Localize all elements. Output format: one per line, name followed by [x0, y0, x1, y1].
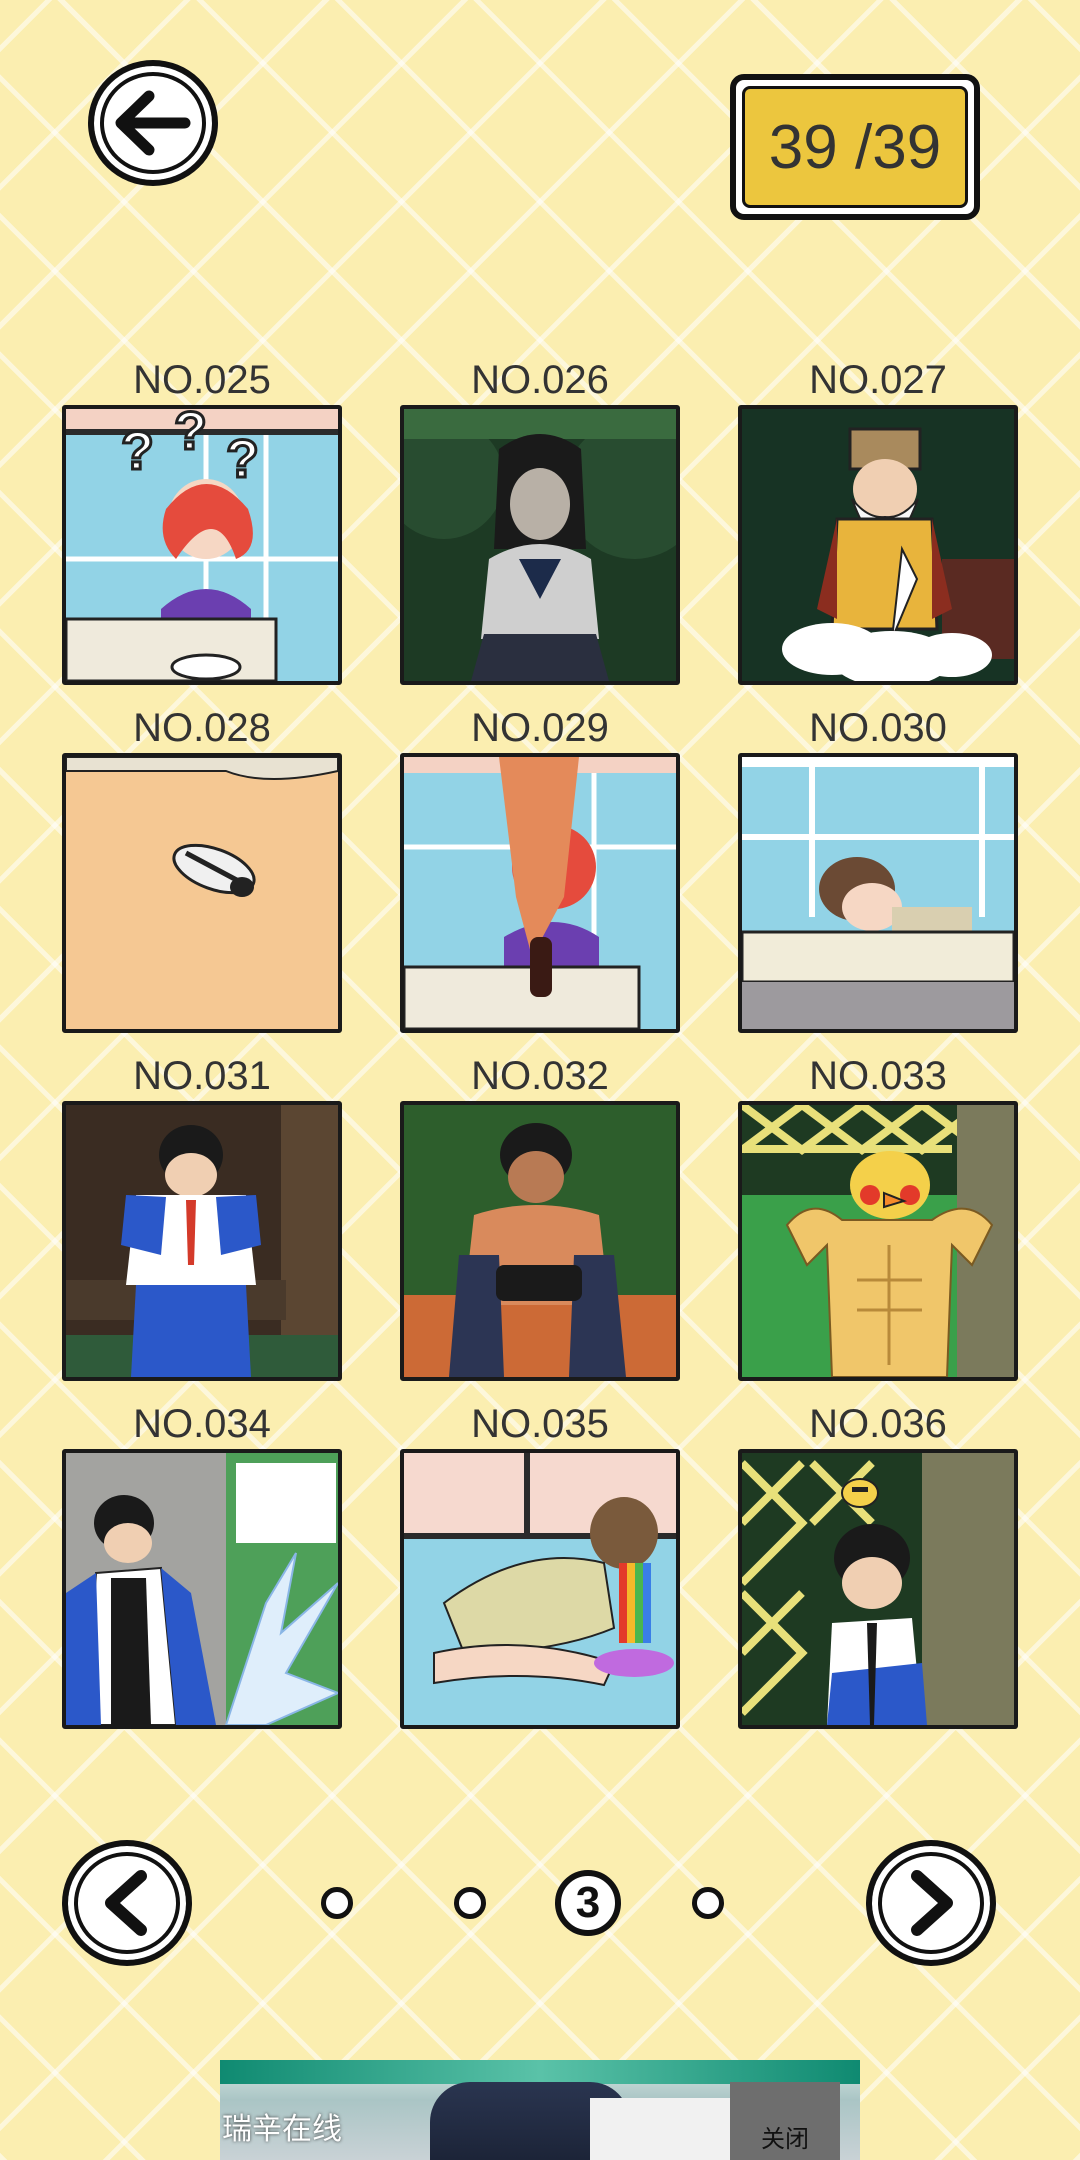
card-031[interactable]: NO.031: [62, 1051, 342, 1381]
card-number: NO.036: [809, 1402, 947, 1446]
card-thumbnail[interactable]: [738, 1101, 1018, 1381]
card-number: NO.029: [471, 706, 609, 750]
boy-crying-bee-illustration: [742, 1453, 1014, 1725]
page-dot-2[interactable]: [454, 1887, 486, 1919]
card-thumbnail[interactable]: [400, 1101, 680, 1381]
arrow-left-icon: [115, 90, 191, 156]
card-032[interactable]: NO.032: [400, 1051, 680, 1381]
collection-grid: NO.025 ? ? ? NO.026 NO.027 NO.028 NO.029…: [62, 355, 1018, 1729]
page-dot-1[interactable]: [321, 1887, 353, 1919]
ad-banner[interactable]: 瑞辛在线 关闭: [220, 2060, 860, 2160]
card-029[interactable]: NO.029: [400, 703, 680, 1033]
card-thumbnail[interactable]: [62, 1101, 342, 1381]
chevron-right-icon: [911, 1870, 953, 1936]
card-025[interactable]: NO.025 ? ? ?: [62, 355, 342, 685]
card-thumbnail[interactable]: [400, 753, 680, 1033]
current-page-number: 3: [575, 1878, 601, 1927]
ad-brand-text: 瑞辛在线: [222, 2113, 342, 2146]
svg-text:?: ?: [226, 429, 259, 489]
card-026[interactable]: NO.026: [400, 355, 680, 685]
card-thumbnail[interactable]: [738, 1449, 1018, 1729]
shoe-illustration: [66, 757, 338, 1029]
svg-text:?: ?: [121, 421, 154, 481]
card-thumbnail[interactable]: [62, 753, 342, 1033]
card-number: NO.025: [133, 358, 271, 402]
card-030[interactable]: NO.030: [738, 703, 1018, 1033]
card-number: NO.031: [133, 1054, 271, 1098]
old-man-cloud-illustration: [742, 409, 1014, 681]
dark-girl-illustration: [404, 409, 676, 681]
muscular-duck-illustration: [742, 1105, 1014, 1377]
card-thumbnail[interactable]: ? ? ?: [62, 405, 342, 685]
card-number: NO.032: [471, 1054, 609, 1098]
card-number: NO.030: [809, 706, 947, 750]
card-number: NO.027: [809, 358, 947, 402]
card-036[interactable]: NO.036: [738, 1399, 1018, 1729]
collection-counter: 39 /39: [730, 74, 980, 220]
card-thumbnail[interactable]: [400, 405, 680, 685]
back-button[interactable]: [88, 60, 218, 186]
counter-text: 39 /39: [742, 86, 968, 208]
ad-header-strip: [220, 2060, 860, 2084]
boy-water-splash-illustration: [66, 1453, 338, 1725]
next-page-button[interactable]: [866, 1840, 996, 1966]
card-number: NO.034: [133, 1402, 271, 1446]
card-028[interactable]: NO.028: [62, 703, 342, 1033]
girl-rainbow-illustration: [404, 1453, 676, 1725]
card-number: NO.026: [471, 358, 609, 402]
card-027[interactable]: NO.027: [738, 355, 1018, 685]
card-number: NO.028: [133, 706, 271, 750]
boy-sleeping-illustration: [742, 757, 1014, 1029]
boy-bench-illustration: [66, 1105, 338, 1377]
card-thumbnail[interactable]: [738, 753, 1018, 1033]
soda-fountain-illustration: [404, 757, 676, 1029]
card-033[interactable]: NO.033: [738, 1051, 1018, 1381]
card-thumbnail[interactable]: [62, 1449, 342, 1729]
svg-text:?: ?: [174, 409, 207, 461]
boy-gamepad-illustration: [404, 1105, 676, 1377]
card-thumbnail[interactable]: [400, 1449, 680, 1729]
card-thumbnail[interactable]: [738, 405, 1018, 685]
card-034[interactable]: NO.034: [62, 1399, 342, 1729]
ad-close-button[interactable]: 关闭: [730, 2082, 840, 2160]
card-035[interactable]: NO.035: [400, 1399, 680, 1729]
girl-confused-illustration: ? ? ?: [66, 409, 338, 681]
page-dot-current: 3: [555, 1870, 621, 1936]
card-number: NO.035: [471, 1402, 609, 1446]
card-number: NO.033: [809, 1054, 947, 1098]
page-dot-4[interactable]: [692, 1887, 724, 1919]
